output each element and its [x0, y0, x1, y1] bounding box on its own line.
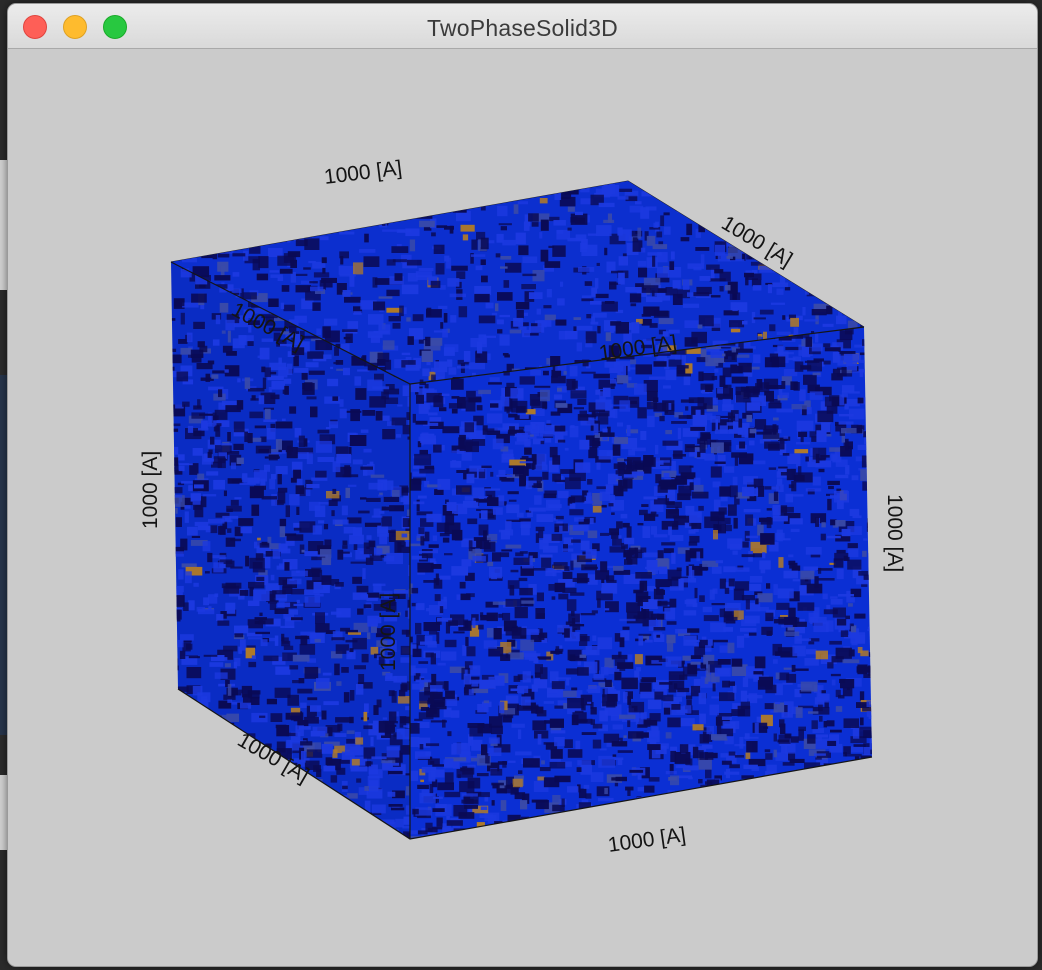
voxel-cube-plot[interactable]: 1000 [A] 1000 [A] 1000 [A] 1000 [A] 1000…: [8, 49, 1037, 966]
axis-label-left-vertical: 1000 [A]: [139, 451, 162, 529]
plot-canvas[interactable]: 1000 [A] 1000 [A] 1000 [A] 1000 [A] 1000…: [8, 49, 1037, 966]
axis-label-front-vertical: 1000 [A]: [377, 593, 400, 671]
axis-label-right-vertical: 1000 [A]: [883, 494, 906, 572]
cube-face-front: [410, 327, 872, 839]
axis-label-top-back: 1000 [A]: [323, 157, 403, 189]
title-bar[interactable]: TwoPhaseSolid3D: [8, 4, 1037, 49]
axis-label-bottom-front: 1000 [A]: [606, 823, 687, 857]
app-window: TwoPhaseSolid3D 1000 [A] 1000 [A] 1000 […: [7, 3, 1038, 967]
window-title: TwoPhaseSolid3D: [427, 15, 618, 41]
